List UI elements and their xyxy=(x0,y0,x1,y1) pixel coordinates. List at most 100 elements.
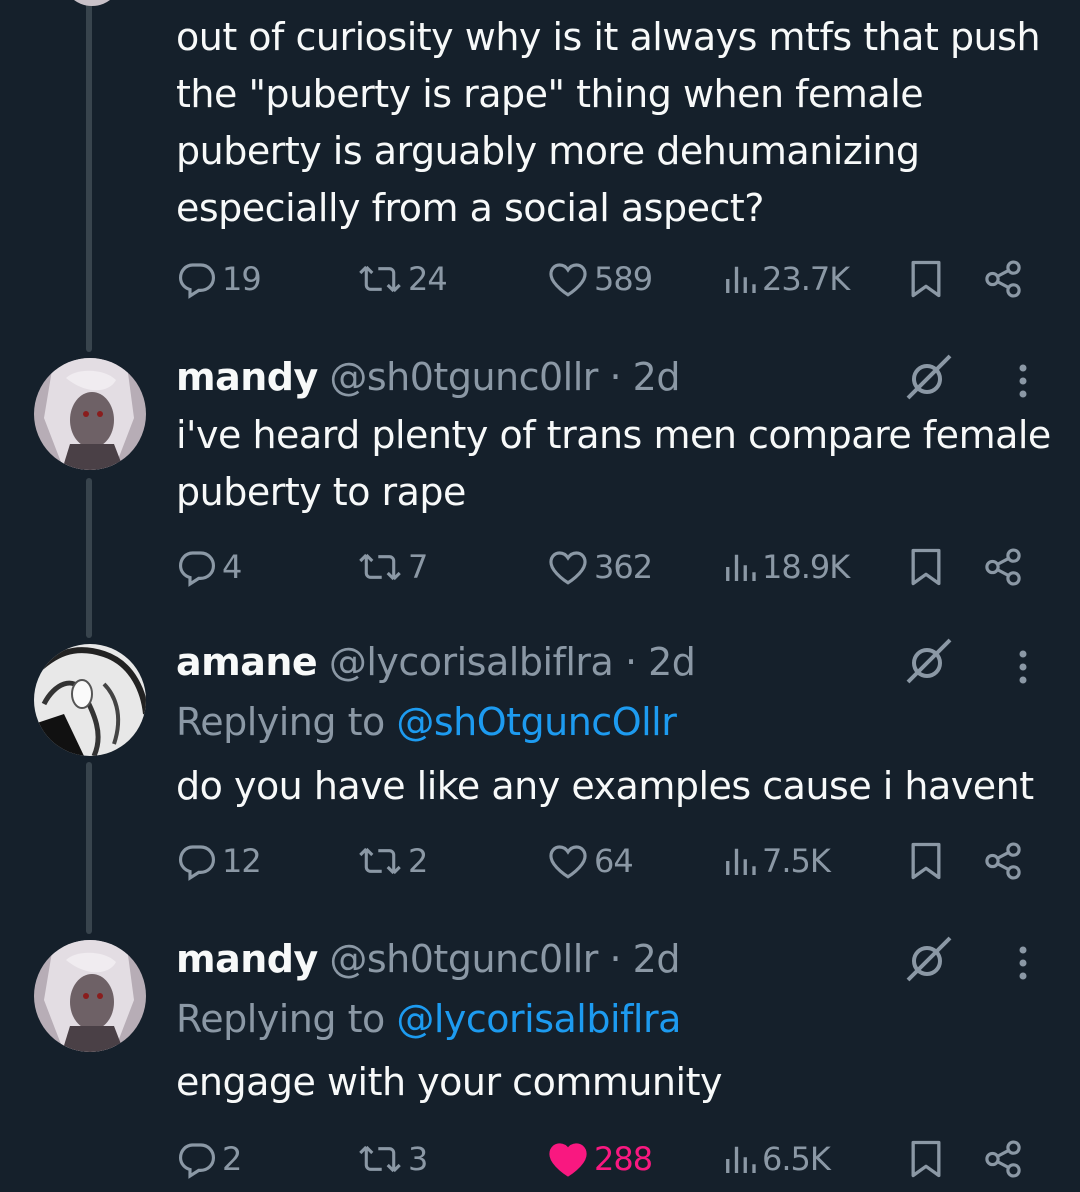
tweet-actions: 2 3 288 6.5K xyxy=(0,1134,1080,1184)
share-icon xyxy=(985,1140,1021,1178)
more-icon xyxy=(1019,650,1027,684)
grok-icon xyxy=(906,638,952,684)
like-count: 288 xyxy=(594,1140,653,1178)
share-button[interactable] xyxy=(982,254,1024,304)
display-name[interactable]: amane xyxy=(176,640,318,684)
tweet-header: amane @lycorisalbiflra · 2d xyxy=(176,638,696,686)
more-button[interactable] xyxy=(1016,648,1030,690)
reply-icon xyxy=(178,263,216,299)
repost-icon xyxy=(359,847,401,875)
user-handle[interactable]: @lycorisalbiflra xyxy=(329,640,614,684)
views-button[interactable]: 18.9K xyxy=(722,542,850,592)
view-count: 7.5K xyxy=(762,842,831,880)
heart-icon xyxy=(549,845,587,879)
reply-icon xyxy=(178,845,216,881)
replying-to: Replying to @shOtguncOllr xyxy=(176,698,677,746)
more-button[interactable] xyxy=(1016,362,1030,404)
like-button[interactable]: 362 xyxy=(546,542,653,592)
reply-count: 19 xyxy=(222,260,262,298)
tweet-header: mandy @sh0tgunc0llr · 2d xyxy=(176,935,680,983)
reply-count: 2 xyxy=(222,1140,242,1178)
avatar[interactable] xyxy=(34,940,146,1052)
views-icon xyxy=(726,1146,756,1173)
share-icon xyxy=(985,842,1021,880)
like-button[interactable]: 589 xyxy=(546,254,653,304)
display-name[interactable]: mandy xyxy=(176,355,318,399)
repost-button[interactable]: 7 xyxy=(356,542,428,592)
reply-button[interactable]: 2 xyxy=(176,1134,242,1184)
like-button[interactable]: 64 xyxy=(546,836,634,886)
reply-button[interactable]: 4 xyxy=(176,542,242,592)
repost-button[interactable]: 3 xyxy=(356,1134,428,1184)
like-count: 589 xyxy=(594,260,653,298)
like-count: 64 xyxy=(594,842,634,880)
bookmark-button[interactable] xyxy=(906,254,946,304)
bookmark-icon xyxy=(911,1140,941,1178)
avatar[interactable] xyxy=(34,644,146,756)
avatar[interactable] xyxy=(34,358,146,470)
tweet-text: i've heard plenty of trans men compare f… xyxy=(176,413,1051,514)
tweet-header: mandy @sh0tgunc0llr · 2d xyxy=(176,353,680,401)
like-count: 362 xyxy=(594,548,653,586)
grok-icon xyxy=(906,354,952,400)
replying-to: Replying to @lycorisalbiflra xyxy=(176,995,681,1043)
grok-button[interactable] xyxy=(904,352,954,406)
bookmark-button[interactable] xyxy=(906,542,946,592)
more-icon xyxy=(1019,946,1027,980)
grok-icon xyxy=(906,936,952,982)
reply-icon xyxy=(178,1143,216,1179)
tweet-actions: 12 2 64 7.5K xyxy=(0,836,1080,886)
tweet-actions: 19 24 589 23.7K xyxy=(0,254,1080,304)
repost-count: 7 xyxy=(408,548,428,586)
reply-button[interactable]: 19 xyxy=(176,254,262,304)
heart-icon xyxy=(549,263,587,297)
view-count: 6.5K xyxy=(762,1140,831,1178)
reply-button[interactable]: 12 xyxy=(176,836,262,886)
tweet-text: engage with your community xyxy=(176,1060,722,1104)
heart-icon xyxy=(549,551,587,585)
grok-button[interactable] xyxy=(904,636,954,690)
share-button[interactable] xyxy=(982,542,1024,592)
tweet-text: do you have like any examples cause i ha… xyxy=(176,764,1034,808)
share-icon xyxy=(985,548,1021,586)
bookmark-icon xyxy=(911,260,941,298)
timestamp[interactable]: · 2d xyxy=(625,640,696,684)
views-button[interactable]: 6.5K xyxy=(722,1134,831,1184)
tweet-actions: 4 7 362 18.9K xyxy=(0,542,1080,592)
bookmark-icon xyxy=(911,548,941,586)
share-button[interactable] xyxy=(982,1134,1024,1184)
display-name[interactable]: mandy xyxy=(176,937,318,981)
repost-icon xyxy=(359,1145,401,1173)
like-button[interactable]: 288 xyxy=(546,1134,653,1184)
repost-icon xyxy=(359,553,401,581)
reply-count: 12 xyxy=(222,842,262,880)
user-handle[interactable]: @sh0tgunc0llr xyxy=(329,355,598,399)
bookmark-button[interactable] xyxy=(906,836,946,886)
views-button[interactable]: 23.7K xyxy=(722,254,850,304)
avatar[interactable] xyxy=(62,0,122,6)
bookmark-button[interactable] xyxy=(906,1134,946,1184)
repost-button[interactable]: 2 xyxy=(356,836,428,886)
more-icon xyxy=(1019,364,1027,398)
replying-to-label: Replying to xyxy=(176,997,385,1041)
share-icon xyxy=(985,260,1021,298)
timestamp[interactable]: · 2d xyxy=(610,355,681,399)
grok-button[interactable] xyxy=(904,934,954,988)
views-button[interactable]: 7.5K xyxy=(722,836,831,886)
mention-link[interactable]: @shOtguncOllr xyxy=(396,700,677,744)
share-button[interactable] xyxy=(982,836,1024,886)
repost-count: 2 xyxy=(408,842,428,880)
user-handle[interactable]: @sh0tgunc0llr xyxy=(329,937,598,981)
timestamp[interactable]: · 2d xyxy=(610,937,681,981)
more-button[interactable] xyxy=(1016,944,1030,986)
heart-icon xyxy=(549,1143,587,1177)
replying-to-label: Replying to xyxy=(176,700,385,744)
mention-link[interactable]: @lycorisalbiflra xyxy=(396,997,681,1041)
views-icon xyxy=(726,266,756,293)
repost-button[interactable]: 24 xyxy=(356,254,448,304)
repost-count: 3 xyxy=(408,1140,428,1178)
reply-count: 4 xyxy=(222,548,242,586)
view-count: 23.7K xyxy=(762,260,850,298)
repost-count: 24 xyxy=(408,260,448,298)
view-count: 18.9K xyxy=(762,548,850,586)
